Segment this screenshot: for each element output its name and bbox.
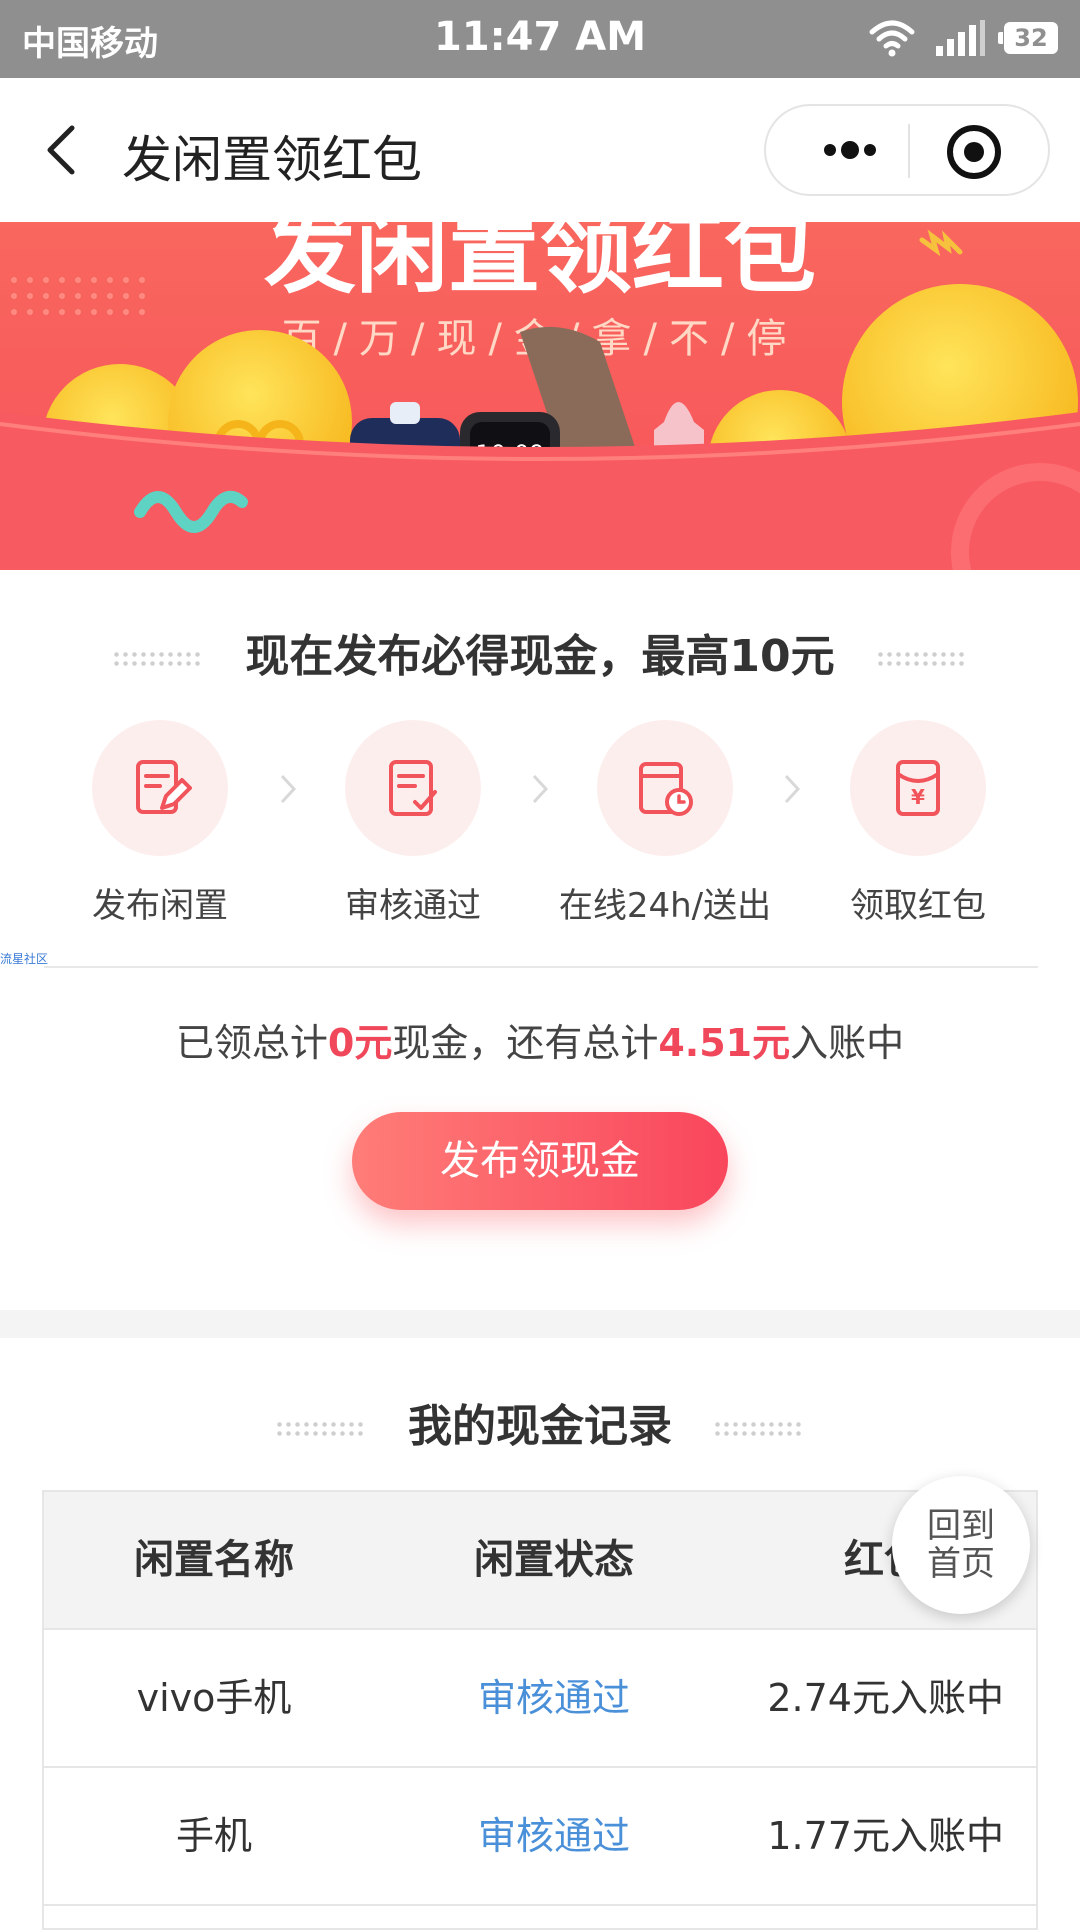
step-circle [92,720,228,856]
promo-title-row: 现在发布必得现金，最高10元 [0,620,1080,684]
capsule-divider [908,124,910,178]
back-to-home-button[interactable]: 回到首页 [892,1476,1030,1614]
signal-icon [936,20,985,56]
column-header-name: 闲置名称 [134,1537,294,1583]
item-name: vivo手机 [136,1676,292,1720]
received-amount: 0元 [327,1021,393,1065]
column-header-status: 闲置状态 [474,1537,634,1583]
promo-banner[interactable]: 发闲置领红包 百/万/现/金/拿/不/停 10:09 [0,222,1080,570]
step-circle [597,720,733,856]
table-row[interactable]: 手机 审核通过 1.77元入账中 [44,1768,1036,1906]
calendar-clock-icon [639,762,693,816]
summary-suffix: 入账中 [790,1021,905,1065]
table-header: 闲置名称 闲置状态 红包状态 [44,1492,1036,1630]
step-publish: 发布闲置 [35,720,285,927]
back-icon[interactable] [38,122,88,178]
records-table: 闲置名称 闲置状态 红包状态 vivo手机 审核通过 2.74元入账中 手机 审… [42,1490,1038,1930]
item-status[interactable]: 审核通过 [384,1768,724,1904]
reward-status: 2.74元入账中 [767,1676,1004,1720]
dots-decoration-right [875,650,968,668]
nav-bar: 发闲置领红包 [0,78,1080,222]
summary-middle: 现金，还有总计 [392,1021,659,1065]
step-claim: ¥ 领取红包 [793,720,1043,927]
step-circle [345,720,481,856]
section-separator [0,1310,1080,1338]
divider [44,966,1038,968]
svg-text:¥: ¥ [911,785,925,809]
cash-summary: 已领总计0元现金，还有总计4.51元入账中 [0,1012,1080,1067]
step-label: 在线24h/送出 [558,886,772,926]
back-to-home-label: 回到首页 [927,1506,995,1584]
red-envelope-yen-icon: ¥ [896,760,940,816]
dots-decoration-left [112,650,205,668]
step-label: 发布闲置 [92,886,228,926]
step-review: 审核通过 [288,720,538,927]
records-title: 我的现金记录 [408,1401,672,1452]
watermark: 流星社区 [0,952,49,966]
page-title: 发闲置领红包 [122,131,422,189]
more-icon[interactable] [802,124,898,176]
promo-title: 现在发布必得现金，最高10元 [245,631,835,682]
close-miniprogram-icon[interactable] [942,120,1006,184]
checked-document-icon [389,760,437,816]
step-flow: 发布闲置 审核通过 在线24h/送出 ¥ 领取红包 [0,720,1080,926]
dots-decoration-left [274,1420,367,1438]
wifi-icon [869,20,915,57]
item-status[interactable]: 审核通过 [384,1630,724,1766]
step-online: 在线24h/送出 [540,720,790,927]
records-title-row: 我的现金记录 [0,1390,1080,1454]
dots-decoration-right [713,1420,806,1438]
item-name: 手机 [175,1814,252,1858]
step-label: 审核通过 [345,886,481,926]
status-bar: 中国移动 11:47 AM 32 [0,0,1080,78]
edit-document-icon [136,760,192,814]
mini-program-capsule [764,104,1050,196]
table-row[interactable]: vivo手机 审核通过 2.74元入账中 [44,1630,1036,1768]
step-label: 领取红包 [850,886,986,926]
reward-status: 1.77元入账中 [767,1814,1004,1858]
pending-amount: 4.51元 [658,1021,791,1065]
summary-prefix: 已领总计 [175,1021,328,1065]
banner-headline: 发闲置领红包 [264,222,816,306]
dot-pattern [11,277,145,315]
publish-for-cash-button[interactable]: 发布领现金 [352,1112,728,1210]
battery-icon: 32 [998,22,1058,54]
step-circle: ¥ [850,720,986,856]
